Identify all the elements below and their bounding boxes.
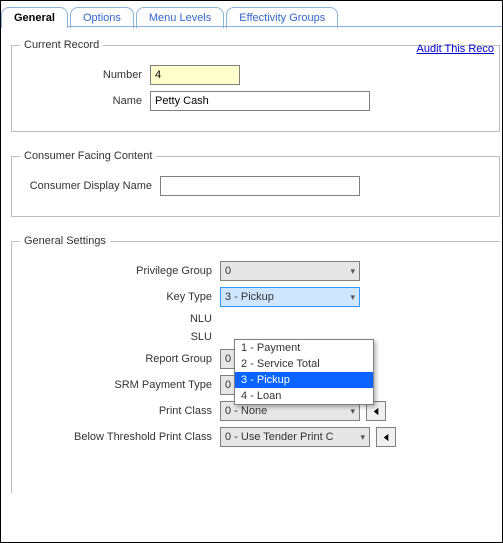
number-input[interactable]: [150, 65, 240, 85]
number-label: Number: [20, 69, 150, 81]
general-settings-legend: General Settings: [20, 235, 110, 247]
key-type-dropdown[interactable]: 1 - Payment 2 - Service Total 3 - Pickup…: [234, 339, 374, 405]
nlu-label: NLU: [20, 313, 220, 325]
general-panel: Current Record Number Name Consumer Faci…: [1, 27, 502, 519]
consumer-display-name-input[interactable]: [160, 176, 360, 196]
tab-effectivity-groups[interactable]: Effectivity Groups: [226, 7, 338, 28]
key-type-option[interactable]: 1 - Payment: [235, 340, 373, 356]
name-input[interactable]: [150, 91, 370, 111]
privilege-group-label: Privilege Group: [20, 265, 220, 277]
report-group-label: Report Group: [20, 353, 220, 365]
consumer-facing-group: Consumer Facing Content Consumer Display…: [11, 150, 500, 217]
triangle-left-icon: [372, 407, 381, 416]
below-threshold-print-class-nav-button[interactable]: [376, 427, 396, 447]
key-type-label: Key Type: [20, 291, 220, 303]
print-class-label: Print Class: [20, 405, 220, 417]
tab-bar: General Options Menu Levels Effectivity …: [1, 3, 502, 27]
key-type-option[interactable]: 3 - Pickup: [235, 372, 373, 388]
chevron-down-icon: ▾: [360, 432, 365, 443]
tab-menu-levels[interactable]: Menu Levels: [136, 7, 224, 28]
chevron-down-icon: ▾: [350, 266, 355, 277]
tab-options[interactable]: Options: [70, 7, 134, 28]
chevron-down-icon: ▾: [350, 406, 355, 417]
slu-label: SLU: [20, 331, 220, 343]
key-type-option[interactable]: 2 - Service Total: [235, 356, 373, 372]
current-record-legend: Current Record: [20, 39, 103, 51]
srm-payment-type-label: SRM Payment Type: [20, 379, 220, 391]
below-threshold-print-class-value: 0 - Use Tender Print C: [225, 431, 334, 443]
below-threshold-print-class-label: Below Threshold Print Class: [20, 431, 220, 443]
audit-this-record-link[interactable]: Audit This Reco: [417, 43, 494, 55]
privilege-group-select[interactable]: 0 ▾: [220, 261, 360, 281]
triangle-left-icon: [382, 433, 391, 442]
tab-general[interactable]: General: [1, 7, 68, 28]
key-type-option[interactable]: 4 - Loan: [235, 388, 373, 404]
consumer-facing-legend: Consumer Facing Content: [20, 150, 156, 162]
key-type-value: 3 - Pickup: [225, 291, 274, 303]
below-threshold-print-class-select[interactable]: 0 - Use Tender Print C ▾: [220, 427, 370, 447]
privilege-group-value: 0: [225, 265, 231, 277]
print-class-value: 0 - None: [225, 405, 267, 417]
chevron-down-icon: ▾: [350, 292, 355, 303]
consumer-display-name-label: Consumer Display Name: [20, 180, 160, 192]
key-type-select[interactable]: 3 - Pickup ▾: [220, 287, 360, 307]
name-label: Name: [20, 95, 150, 107]
